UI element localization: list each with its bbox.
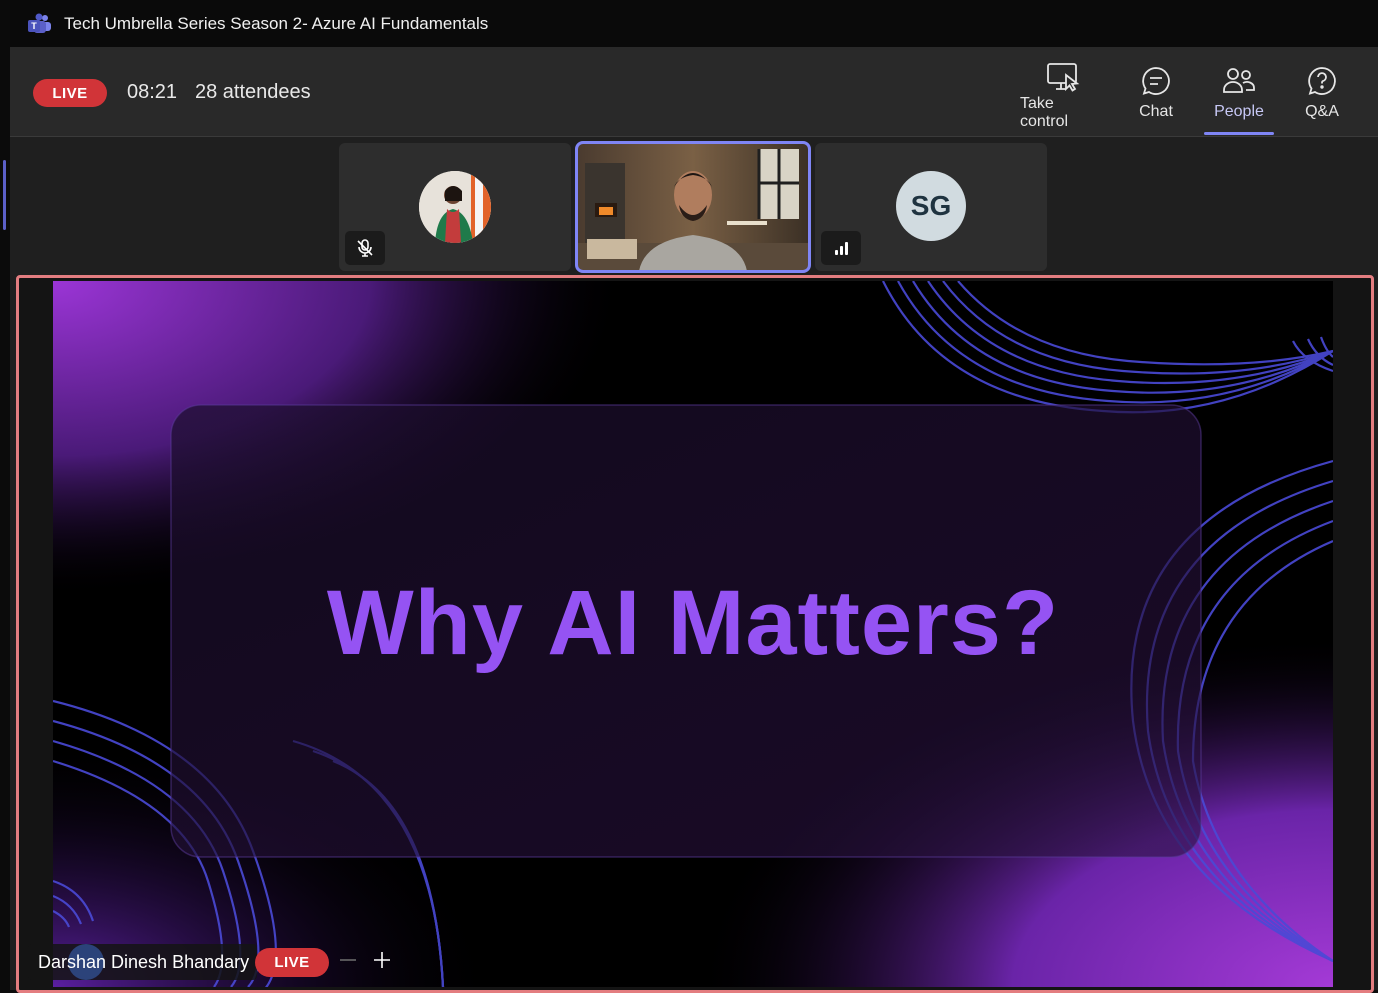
title-bar: T Tech Umbrella Series Season 2- Azure A… <box>10 0 1378 47</box>
window-title: Tech Umbrella Series Season 2- Azure AI … <box>64 13 489 33</box>
active-speaker-tile[interactable] <box>575 141 811 273</box>
people-icon <box>1222 61 1256 101</box>
presenter-name: Darshan Dinesh Bhandary <box>38 951 250 972</box>
live-badge: LIVE <box>33 79 107 107</box>
people-button[interactable]: People <box>1208 61 1270 131</box>
meeting-header: LIVE 08:21 28 attendees Take control Cha… <box>10 47 1378 137</box>
initials-avatar: SG <box>896 171 966 241</box>
participant-tile[interactable] <box>339 143 571 271</box>
take-control-label: Take control <box>1020 95 1069 130</box>
elapsed-time: 08:21 <box>127 81 178 103</box>
qna-icon <box>1306 61 1338 101</box>
attendee-count[interactable]: 28 attendees <box>195 81 311 104</box>
minus-icon <box>338 950 358 975</box>
shared-screen: Why AI Matters? <box>16 275 1374 993</box>
teams-icon: T <box>28 12 52 36</box>
signal-icon <box>821 231 861 265</box>
plus-icon <box>372 950 392 975</box>
take-control-button[interactable]: Take control <box>1020 61 1106 131</box>
chat-icon <box>1140 61 1172 101</box>
left-edge <box>0 0 10 990</box>
left-edge-accent <box>3 160 6 230</box>
speaker-video <box>577 143 809 271</box>
slide-title: Why AI Matters? <box>326 572 1060 674</box>
people-label: People <box>1214 103 1264 120</box>
chat-button[interactable]: Chat <box>1134 61 1178 131</box>
qna-button[interactable]: Q&A <box>1300 61 1344 131</box>
chat-label: Chat <box>1139 103 1173 120</box>
zoom-out-button[interactable] <box>333 947 363 977</box>
qna-label: Q&A <box>1305 103 1339 120</box>
presenter-live-badge: LIVE <box>255 948 329 977</box>
presenter-bar: Darshan Dinesh Bhandary <box>28 944 258 980</box>
take-control-icon <box>1046 61 1080 93</box>
participant-tile[interactable]: SG <box>815 143 1047 271</box>
participant-avatar <box>419 171 491 243</box>
svg-text:T: T <box>31 21 37 31</box>
mic-off-icon <box>345 231 385 265</box>
meeting-window: T Tech Umbrella Series Season 2- Azure A… <box>10 0 1378 993</box>
meeting-stage: SG Why AI Matters? Darshan Dinesh Bhanda… <box>10 137 1378 993</box>
zoom-in-button[interactable] <box>367 947 397 977</box>
presentation-slide: Why AI Matters? <box>53 281 1333 987</box>
